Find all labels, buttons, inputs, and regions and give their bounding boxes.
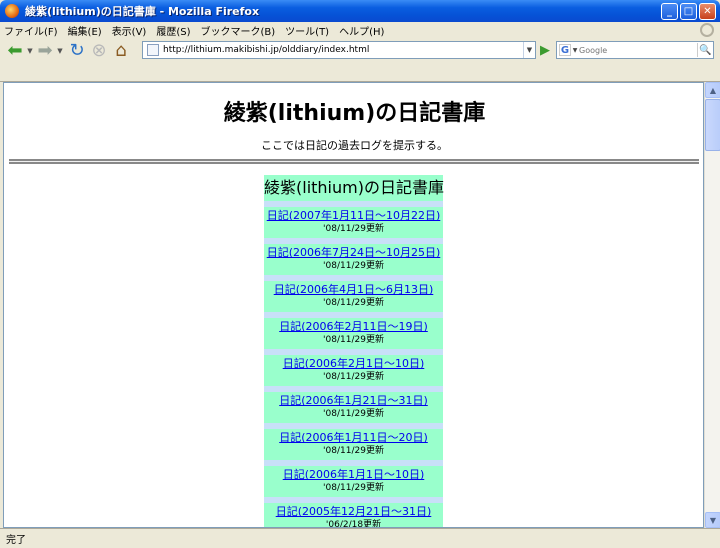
stop-button[interactable]: ⊗ [88,40,110,62]
page-content: 綾紫(lithium)の日記書庫 ここでは日記の過去ログを提示する。 綾紫(li… [3,82,704,528]
navigation-toolbar: ⬅ ▼ ➡ ▼ ↻ ⊗ ⌂ ▼ ▶ G ▼ 🔍 [0,38,720,64]
activity-throbber-icon [700,23,714,37]
diary-entry-row: 日記(2006年2月1日～10日) '08/11/29更新 [264,355,443,386]
menu-help[interactable]: ヘルプ(H) [339,23,384,38]
menu-view[interactable]: 表示(V) [112,23,147,38]
google-engine-icon[interactable]: G [559,44,571,56]
diary-entry-updated: '08/11/29更新 [323,298,384,308]
bookmarks-toolbar [0,64,720,82]
menu-tools[interactable]: ツール(T) [285,23,329,38]
diary-entry-row: 日記(2006年1月21日～31日) '08/11/29更新 [264,392,443,423]
diary-entry-link[interactable]: 日記(2006年2月11日～19日) [264,320,443,334]
url-history-dropdown-icon[interactable]: ▼ [523,42,535,58]
horizontal-rule [9,159,699,164]
forward-history-dropdown[interactable]: ▼ [56,47,64,55]
window-titlebar: 綾紫(lithium)の日記書庫 - Mozilla Firefox _ □ ✕ [0,0,720,22]
diary-entry-updated: '08/11/29更新 [323,446,384,456]
diary-entry-link[interactable]: 日記(2006年4月1日～6月13日) [264,283,443,297]
go-button[interactable]: ▶ [537,42,553,58]
diary-entry-link[interactable]: 日記(2006年2月1日～10日) [264,357,443,371]
page-subtitle: ここでは日記の過去ログを提示する。 [261,139,448,152]
menu-history[interactable]: 履歴(S) [156,23,190,38]
search-input[interactable] [579,45,697,55]
home-button[interactable]: ⌂ [110,40,132,62]
page-icon [147,44,159,56]
status-text: 完了 [6,535,26,546]
diary-entry-link[interactable]: 日記(2006年7月24日～10月25日) [264,246,443,260]
diary-entry-updated: '08/11/29更新 [323,224,384,234]
window-controls: _ □ ✕ [661,3,716,20]
menu-bar: ファイル(F) 編集(E) 表示(V) 履歴(S) ブックマーク(B) ツール(… [0,22,720,38]
url-input[interactable] [163,45,523,55]
menu-bookmarks[interactable]: ブックマーク(B) [201,23,276,38]
vertical-scrollbar[interactable]: ▲ ▼ [704,82,720,528]
forward-button[interactable]: ➡ [34,40,56,62]
back-button[interactable]: ⬅ [4,40,26,62]
diary-entry-link[interactable]: 日記(2006年1月1日～10日) [264,468,443,482]
diary-entry-updated: '08/11/29更新 [323,483,384,493]
diary-entry-link[interactable]: 日記(2005年12月21日～31日) [264,505,443,519]
diary-archive-table: 綾紫(lithium)の日記書庫 日記(2007年1月11日～10月22日) '… [264,175,444,528]
diary-entry-row: 日記(2006年1月1日～10日) '08/11/29更新 [264,466,443,497]
menu-file[interactable]: ファイル(F) [4,23,58,38]
diary-entry-link[interactable]: 日記(2006年1月21日～31日) [264,394,443,408]
menu-edit[interactable]: 編集(E) [68,23,102,38]
diary-entry-row: 日記(2005年12月21日～31日) '06/2/18更新 [264,503,443,528]
scroll-up-arrow-icon[interactable]: ▲ [705,82,720,98]
diary-entry-row: 日記(2006年7月24日～10月25日) '08/11/29更新 [264,244,443,275]
diary-entry-updated: '08/11/29更新 [323,372,384,382]
search-bar[interactable]: G ▼ 🔍 [556,41,714,59]
status-bar: 完了 [0,528,720,548]
diary-entry-row: 日記(2006年2月11日～19日) '08/11/29更新 [264,318,443,349]
diary-entry-updated: '08/11/29更新 [323,335,384,345]
window-title: 綾紫(lithium)の日記書庫 - Mozilla Firefox [25,5,260,18]
close-button[interactable]: ✕ [699,3,716,20]
table-heading: 綾紫(lithium)の日記書庫 [264,175,444,201]
diary-entry-link[interactable]: 日記(2006年1月11日～20日) [264,431,443,445]
page-title: 綾紫(lithium)の日記書庫 [223,101,486,126]
scrollbar-thumb[interactable] [705,99,720,151]
engine-dropdown-icon[interactable]: ▼ [571,47,579,54]
diary-entry-row: 日記(2006年1月11日～20日) '08/11/29更新 [264,429,443,460]
diary-entry-row: 日記(2007年1月11日～10月22日) '08/11/29更新 [264,207,443,238]
diary-entry-updated: '06/2/18更新 [325,520,382,528]
scroll-down-arrow-icon[interactable]: ▼ [705,512,720,528]
maximize-button[interactable]: □ [680,3,697,20]
diary-entry-row: 日記(2006年4月1日～6月13日) '08/11/29更新 [264,281,443,312]
diary-entry-updated: '08/11/29更新 [323,409,384,419]
back-history-dropdown[interactable]: ▼ [26,47,34,55]
minimize-button[interactable]: _ [661,3,678,20]
diary-entry-link[interactable]: 日記(2007年1月11日～10月22日) [264,209,443,223]
reload-button[interactable]: ↻ [66,40,88,62]
search-go-icon[interactable]: 🔍 [697,43,713,57]
url-bar[interactable]: ▼ [142,41,536,59]
firefox-icon [5,4,19,18]
diary-entry-updated: '08/11/29更新 [323,261,384,271]
